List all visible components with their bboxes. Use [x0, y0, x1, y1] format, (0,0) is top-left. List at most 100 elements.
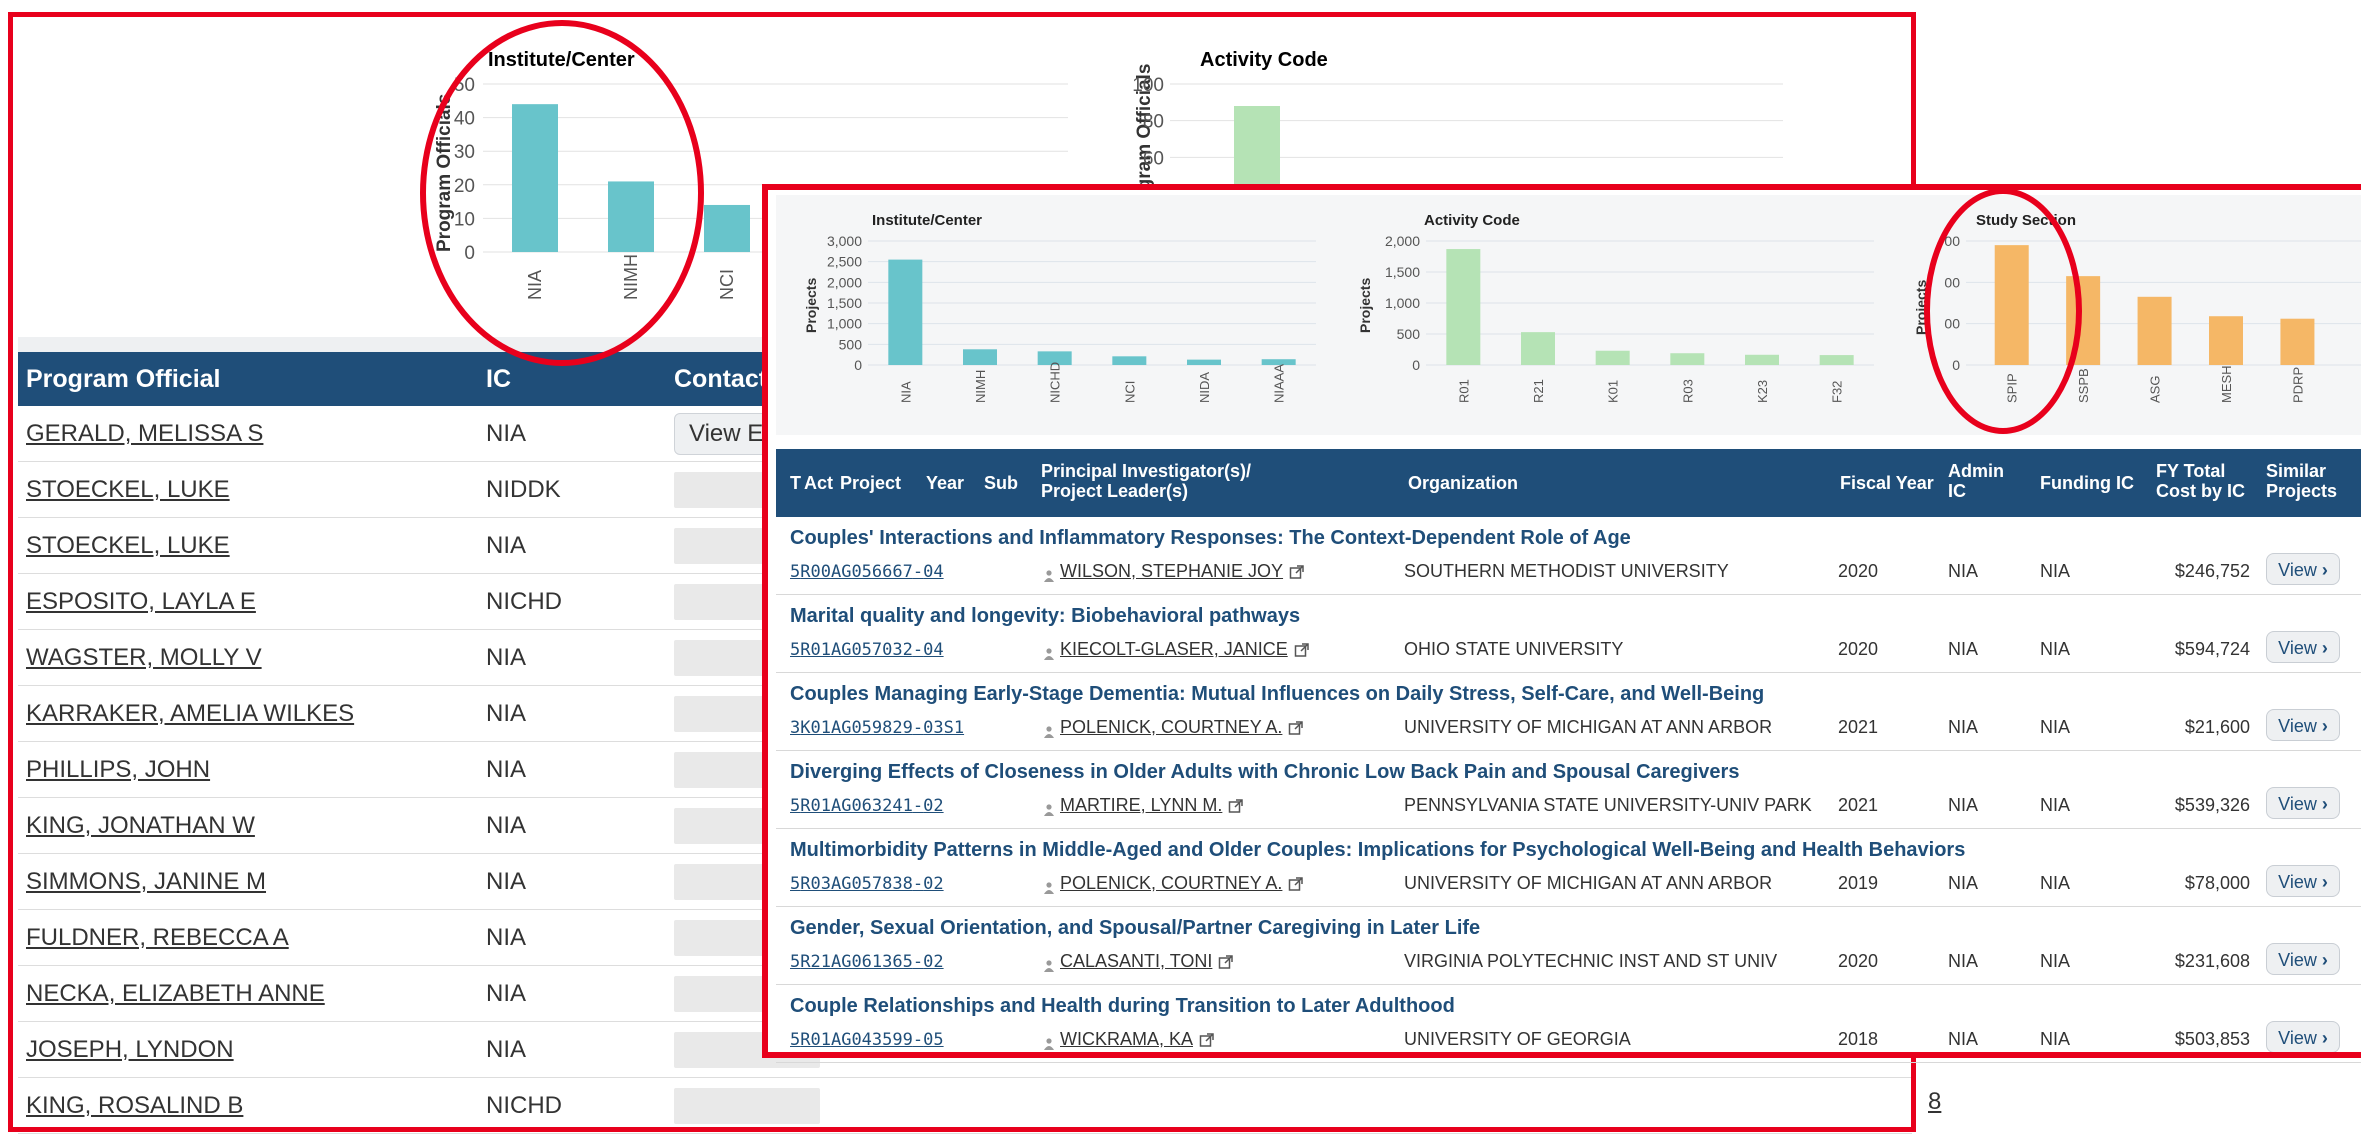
project-title-link[interactable]: Marital quality and longevity: Biobehavi… — [790, 605, 1300, 628]
ic-cell: NIA — [486, 643, 527, 671]
pi-link[interactable]: MARTIRE, LYNN M. — [1060, 795, 1222, 815]
project-number[interactable]: 5R00AG056667-04 — [790, 561, 944, 582]
y-axis-label: Projects — [1357, 278, 1373, 333]
project-serial[interactable]: AG057838 — [831, 874, 913, 894]
view-similar-button[interactable]: View › — [2266, 943, 2340, 975]
project-sub[interactable]: S1 — [944, 718, 964, 738]
program-official-link[interactable]: KING, JONATHAN W — [26, 812, 255, 839]
project-activity[interactable]: R01 — [800, 1030, 831, 1050]
program-official-link[interactable]: GERALD, MELISSA S — [26, 420, 263, 447]
program-official-link[interactable]: ESPOSITO, LAYLA E — [26, 588, 256, 615]
program-official-link[interactable]: STOECKEL, LUKE — [26, 532, 230, 559]
view-similar-button[interactable]: View › — [2266, 709, 2340, 741]
header-pi[interactable]: Principal Investigator(s)/ Project Leade… — [1041, 461, 1251, 501]
program-official-link[interactable]: WAGSTER, MOLLY V — [26, 644, 262, 671]
view-similar-button[interactable]: View › — [2266, 553, 2340, 585]
project-serial[interactable]: AG063241 — [831, 796, 913, 816]
project-serial[interactable]: AG043599 — [831, 1030, 913, 1050]
y-tick-label: 2,000 — [1385, 233, 1420, 249]
project-activity[interactable]: R01 — [800, 796, 831, 816]
external-link-icon[interactable] — [1199, 1032, 1215, 1048]
header-act[interactable]: Act — [804, 473, 833, 493]
header-fiscal-year[interactable]: Fiscal Year — [1840, 473, 1934, 493]
view-similar-button[interactable]: View › — [2266, 865, 2340, 897]
program-official-link[interactable]: KING, ROSALIND B — [26, 1092, 243, 1119]
project-activity[interactable]: K01 — [800, 718, 831, 738]
project-number[interactable]: 5R21AG061365-02 — [790, 951, 944, 972]
external-link-icon[interactable] — [1294, 642, 1310, 658]
project-year[interactable]: 03 — [923, 718, 943, 738]
project-year[interactable]: 04 — [923, 640, 943, 660]
cost-cell: $503,853 — [2174, 1029, 2250, 1049]
project-number[interactable]: 5R01AG057032-04 — [790, 639, 944, 660]
project-serial[interactable]: AG061365 — [831, 952, 913, 972]
header-organization[interactable]: Organization — [1408, 473, 1518, 493]
project-year[interactable]: 02 — [923, 952, 943, 972]
project-type[interactable]: 5 — [790, 874, 800, 894]
project-serial[interactable]: AG056667 — [831, 562, 913, 582]
project-type[interactable]: 5 — [790, 1030, 800, 1050]
bar-spip — [1994, 245, 2029, 365]
project-type[interactable]: 5 — [790, 562, 800, 582]
project-count-link[interactable]: 8 — [1928, 1088, 1941, 1116]
bar-k23 — [1745, 354, 1779, 365]
external-link-icon[interactable] — [1288, 876, 1304, 892]
header-year[interactable]: Year — [926, 473, 964, 493]
external-link-icon[interactable] — [1228, 798, 1244, 814]
pi-link[interactable]: KIECOLT-GLASER, JANICE — [1060, 639, 1288, 659]
x-tick-label: R21 — [1531, 379, 1546, 403]
project-title-link[interactable]: Gender, Sexual Orientation, and Spousal/… — [790, 917, 1480, 940]
project-activity[interactable]: R21 — [800, 952, 831, 972]
project-serial[interactable]: AG057032 — [831, 640, 913, 660]
pi-link[interactable]: WICKRAMA, KA — [1060, 1029, 1193, 1049]
program-official-link[interactable]: KARRAKER, AMELIA WILKES — [26, 700, 354, 727]
external-link-icon[interactable] — [1218, 954, 1234, 970]
project-year[interactable]: 05 — [923, 1030, 943, 1050]
program-official-link[interactable]: STOECKEL, LUKE — [26, 476, 230, 503]
project-type[interactable]: 5 — [790, 640, 800, 660]
project-activity[interactable]: R00 — [800, 562, 831, 582]
project-type[interactable]: 5 — [790, 952, 800, 972]
header-admin-ic[interactable]: Admin IC — [1948, 461, 2004, 501]
project-title-link[interactable]: Couples Managing Early-Stage Dementia: M… — [790, 683, 1764, 706]
project-number[interactable]: 5R01AG063241-02 — [790, 795, 944, 816]
project-title-link[interactable]: Couples' Interactions and Inflammatory R… — [790, 527, 1631, 550]
external-link-icon[interactable] — [1289, 564, 1305, 580]
header-cost[interactable]: FY Total Cost by IC — [2156, 461, 2245, 501]
project-type[interactable]: 3 — [790, 718, 800, 738]
header-similar[interactable]: Similar Projects — [2266, 461, 2337, 501]
header-project[interactable]: Project — [840, 473, 901, 493]
view-similar-button[interactable]: View › — [2266, 631, 2340, 663]
program-official-link[interactable]: PHILLIPS, JOHN — [26, 756, 210, 783]
program-official-link[interactable]: NECKA, ELIZABETH ANNE — [26, 980, 325, 1007]
y-axis-label: Projects — [1913, 280, 1929, 335]
header-funding-ic[interactable]: Funding IC — [2040, 473, 2134, 493]
project-activity[interactable]: R03 — [800, 874, 831, 894]
pi-link[interactable]: WILSON, STEPHANIE JOY — [1060, 561, 1283, 581]
program-official-link[interactable]: JOSEPH, LYNDON — [26, 1036, 234, 1063]
project-type[interactable]: 5 — [790, 796, 800, 816]
project-title-link[interactable]: Multimorbidity Patterns in Middle-Aged a… — [790, 839, 1965, 862]
pi-link[interactable]: POLENICK, COURTNEY A. — [1060, 873, 1282, 893]
project-title-link[interactable]: Diverging Effects of Closeness in Older … — [790, 761, 1739, 784]
project-serial[interactable]: AG059829 — [831, 718, 913, 738]
project-year[interactable]: 02 — [923, 796, 943, 816]
project-title-link[interactable]: Couple Relationships and Health during T… — [790, 995, 1455, 1018]
organization-cell: UNIVERSITY OF MICHIGAN AT ANN ARBOR — [1404, 873, 1773, 893]
project-number[interactable]: 5R01AG043599-05 — [790, 1029, 944, 1050]
header-sub[interactable]: Sub — [984, 473, 1018, 493]
project-row: Couples Managing Early-Stage Dementia: M… — [776, 673, 2361, 751]
program-official-link[interactable]: SIMMONS, JANINE M — [26, 868, 266, 895]
project-activity[interactable]: R01 — [800, 640, 831, 660]
header-type[interactable]: T — [790, 473, 801, 493]
external-link-icon[interactable] — [1288, 720, 1304, 736]
program-official-link[interactable]: FULDNER, REBECCA A — [26, 924, 289, 951]
view-similar-button[interactable]: View › — [2266, 787, 2340, 819]
project-year[interactable]: 04 — [923, 562, 943, 582]
project-number[interactable]: 5R03AG057838-02 — [790, 873, 944, 894]
project-year[interactable]: 02 — [923, 874, 943, 894]
pi-link[interactable]: POLENICK, COURTNEY A. — [1060, 717, 1282, 737]
project-number[interactable]: 3K01AG059829-03S1 — [790, 717, 964, 738]
pi-link[interactable]: CALASANTI, TONI — [1060, 951, 1212, 971]
view-similar-button[interactable]: View › — [2266, 1021, 2340, 1053]
